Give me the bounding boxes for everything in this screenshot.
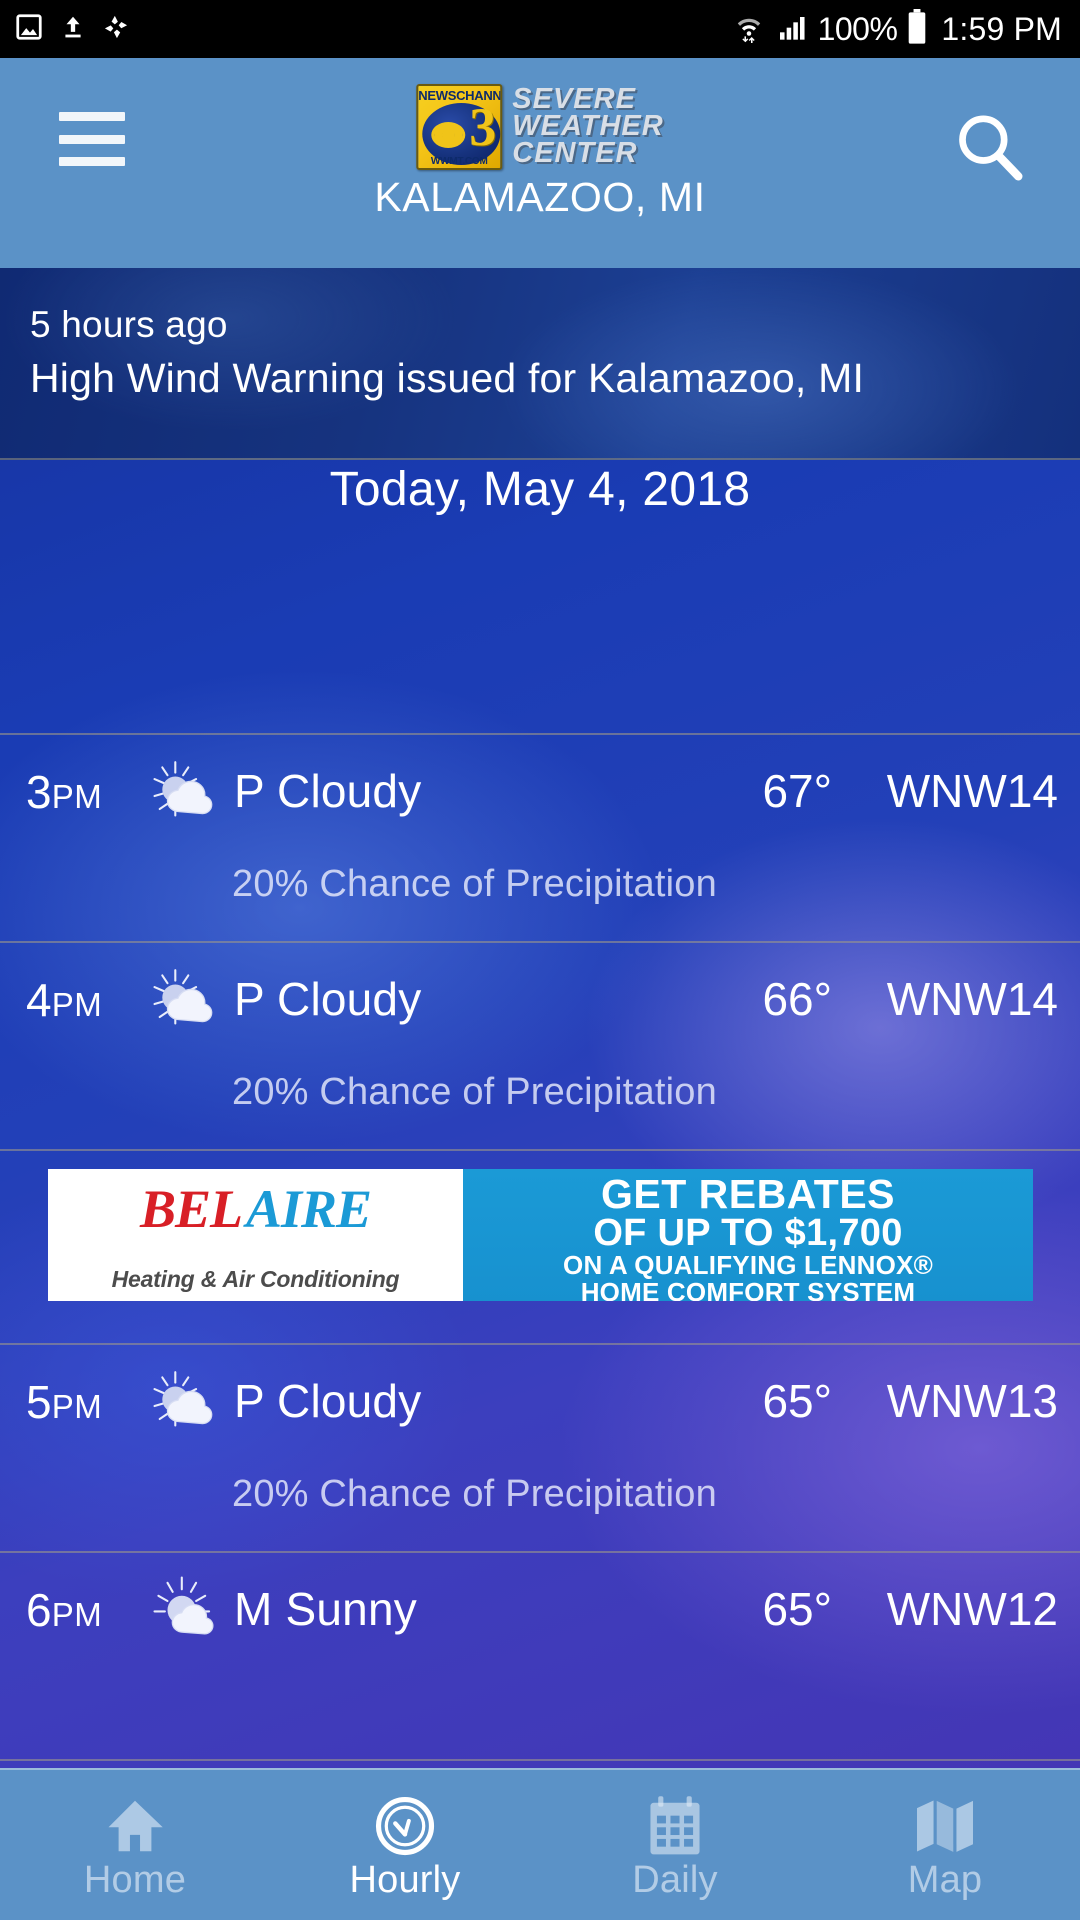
ad-brand-name: BELAIRE xyxy=(48,1181,463,1237)
wordmark-line-3: CENTER xyxy=(512,137,638,169)
nav-label-map: Map xyxy=(907,1858,983,1901)
nav-item-map[interactable]: Map xyxy=(810,1770,1080,1920)
temperature-label: 67° xyxy=(762,765,832,817)
temperature-label: 65° xyxy=(762,1583,832,1635)
wind-label: WNW14 xyxy=(886,765,1058,817)
ad-offer-line-3: ON A QUALIFYING LENNOX® xyxy=(563,1250,933,1280)
hourly-row[interactable]: 5PM P Cloudy 65° WNW13 20% Chance of Pre… xyxy=(0,1345,1080,1553)
partly-cloudy-icon xyxy=(148,757,226,835)
hour-label: 3PM xyxy=(26,766,103,818)
station-logo[interactable]: NEWSCHANNEL 3 WWMT.COM SEVERE WEATHER CE… xyxy=(416,84,663,170)
wordmark-line-2: WEATHER xyxy=(512,110,664,142)
hamburger-bar xyxy=(59,134,125,144)
alert-headline: High Wind Warning issued for Kalamazoo, … xyxy=(30,355,865,401)
temperature-label: 66° xyxy=(762,973,832,1025)
hourly-row[interactable]: 6PM M Sunny 65° WNW12 xyxy=(0,1553,1080,1761)
home-icon xyxy=(104,1795,166,1857)
hourly-row-main: 4PM P Cloudy 66° WNW14 xyxy=(0,943,1080,1065)
nav-item-home[interactable]: Home xyxy=(0,1770,270,1920)
status-bar-right-icons: 100% 1:59 PM xyxy=(732,8,1062,50)
hourly-row[interactable]: 4PM P Cloudy 66° WNW14 20% Chance of Pre… xyxy=(0,943,1080,1151)
condition-label: P Cloudy xyxy=(234,765,422,817)
clock-icon xyxy=(374,1795,436,1857)
wind-label: WNW14 xyxy=(886,973,1058,1025)
mostly-sunny-icon xyxy=(148,1575,226,1653)
hourly-row-main: 6PM M Sunny 65° WNW12 xyxy=(0,1553,1080,1675)
battery-full-icon xyxy=(906,8,928,50)
hourly-row-main: 3PM P Cloudy 67° WNW14 xyxy=(0,735,1080,857)
ad-offer-line-1: GET REBATES xyxy=(600,1171,896,1217)
precipitation-row: 20% Chance of Precipitation xyxy=(0,1065,1080,1149)
severe-weather-center-wordmark: SEVERE WEATHER CENTER xyxy=(512,83,664,169)
condition-label: P Cloudy xyxy=(234,973,422,1025)
nav-label-home: Home xyxy=(83,1858,187,1901)
nav-item-hourly[interactable]: Hourly xyxy=(270,1770,540,1920)
status-bar-left-icons xyxy=(14,12,130,47)
ad-brand-part1: BEL xyxy=(139,1179,243,1239)
partly-cloudy-icon xyxy=(148,965,226,1043)
hourly-row-main: 5PM P Cloudy 65° WNW13 xyxy=(0,1345,1080,1467)
hamburger-bar xyxy=(59,157,125,166)
partly-cloudy-icon xyxy=(148,1367,226,1445)
hourly-row[interactable]: 3PM P Cloudy 67° WNW14 20% Chance of Pre… xyxy=(0,735,1080,943)
hour-label: 6PM xyxy=(26,1584,103,1636)
precipitation-row: 20% Chance of Precipitation xyxy=(0,857,1080,941)
nav-label-daily: Daily xyxy=(632,1858,718,1901)
battery-percent-label: 100% xyxy=(817,10,898,47)
wordmark-line-1: SEVERE xyxy=(512,83,636,115)
wind-label: WNW13 xyxy=(886,1375,1058,1427)
cellular-signal-icon xyxy=(775,11,809,48)
hamburger-bar xyxy=(59,112,125,121)
ad-slot[interactable]: BELAIRE Heating & Air Conditioning GET R… xyxy=(0,1151,1080,1345)
image-icon xyxy=(14,12,44,47)
map-icon xyxy=(914,1795,976,1857)
ad-offer-line-2: OF UP TO $1,700 xyxy=(593,1212,903,1254)
alert-timestamp: 5 hours ago xyxy=(30,304,228,345)
newschannel-3-badge: NEWSCHANNEL 3 WWMT.COM xyxy=(416,84,503,170)
date-header-label: Today, May 4, 2018 xyxy=(329,463,751,516)
weather-alert-banner[interactable]: 5 hours ago High Wind Warning issued for… xyxy=(0,268,1080,460)
cbs-eye-icon xyxy=(431,122,466,148)
calendar-icon xyxy=(646,1795,704,1857)
ad-brand-part2: AIRE xyxy=(245,1179,372,1239)
ad-offer-line-4: HOME COMFORT SYSTEM xyxy=(580,1277,916,1302)
date-header: Today, May 4, 2018 xyxy=(0,462,1080,735)
badge-number-3: 3 xyxy=(469,97,497,157)
condition-label: M Sunny xyxy=(234,1583,417,1635)
nav-item-daily[interactable]: Daily xyxy=(540,1770,810,1920)
condition-label: P Cloudy xyxy=(234,1375,422,1427)
wifi-icon xyxy=(732,10,766,49)
hour-label: 5PM xyxy=(26,1376,103,1428)
precipitation-row xyxy=(0,1675,1080,1759)
location-label[interactable]: KALAMAZOO, MI xyxy=(0,174,1080,221)
bel-aire-ad-banner[interactable]: BELAIRE Heating & Air Conditioning GET R… xyxy=(48,1169,1033,1301)
hourly-forecast-scroll[interactable]: 5 hours ago High Wind Warning issued for… xyxy=(0,268,1080,1768)
sync-pinwheel-icon xyxy=(102,12,130,47)
bottom-navigation-bar: Home Hourly Daily Map xyxy=(0,1768,1080,1920)
precipitation-label: 20% Chance of Precipitation xyxy=(232,863,717,905)
badge-wwmt-label: WWMT.COM xyxy=(430,156,488,167)
hour-label: 4PM xyxy=(26,974,103,1026)
wind-label: WNW12 xyxy=(886,1583,1058,1635)
precipitation-label: 20% Chance of Precipitation xyxy=(232,1473,717,1515)
temperature-label: 65° xyxy=(762,1375,832,1427)
precipitation-label: 20% Chance of Precipitation xyxy=(232,1071,717,1113)
upload-icon xyxy=(60,12,86,47)
status-bar: 100% 1:59 PM xyxy=(0,0,1080,58)
ad-offer-panel: GET REBATES OF UP TO $1,700 ON A QUALIFY… xyxy=(463,1169,1033,1301)
app-header: NEWSCHANNEL 3 WWMT.COM SEVERE WEATHER CE… xyxy=(0,58,1080,268)
status-bar-clock: 1:59 PM xyxy=(941,10,1062,47)
hamburger-menu-icon[interactable] xyxy=(59,112,125,166)
precipitation-row: 20% Chance of Precipitation xyxy=(0,1467,1080,1551)
nav-label-hourly: Hourly xyxy=(349,1858,461,1901)
ad-brand-panel: BELAIRE Heating & Air Conditioning xyxy=(48,1169,463,1301)
ad-tagline: Heating & Air Conditioning xyxy=(111,1266,400,1292)
weather-app-screen: 100% 1:59 PM NEWSCHANNEL 3 WWMT.COM SEVE… xyxy=(0,0,1080,1920)
